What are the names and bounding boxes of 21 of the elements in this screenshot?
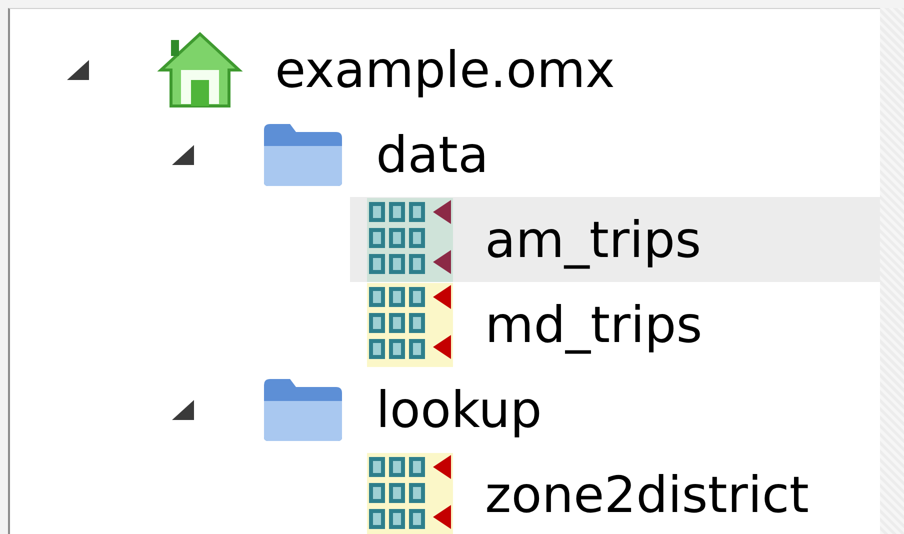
tree-item[interactable]: zone2district (350, 452, 880, 534)
folder-icon (262, 376, 344, 442)
item-label: example.omx (275, 40, 615, 98)
table-icon (367, 198, 453, 282)
tree-item[interactable]: md_trips (350, 282, 880, 367)
item-label: am_trips (485, 210, 702, 268)
item-label: lookup (376, 380, 542, 438)
folder-icon (262, 122, 344, 188)
tree-item[interactable]: am_trips (350, 197, 880, 282)
tree-item[interactable]: data (245, 112, 880, 197)
table-icon (367, 452, 453, 534)
collapse-triangle-icon[interactable] (170, 398, 196, 422)
item-label: data (376, 126, 489, 184)
item-label: zone2district (485, 466, 809, 524)
collapse-triangle-icon[interactable] (170, 142, 196, 166)
table-icon (367, 282, 453, 366)
tree-item[interactable]: example.omx (140, 27, 880, 112)
collapse-triangle-icon[interactable] (65, 58, 91, 82)
tree-item[interactable]: lookup (245, 367, 880, 452)
item-label: md_trips (485, 296, 702, 354)
home-icon (157, 30, 243, 110)
